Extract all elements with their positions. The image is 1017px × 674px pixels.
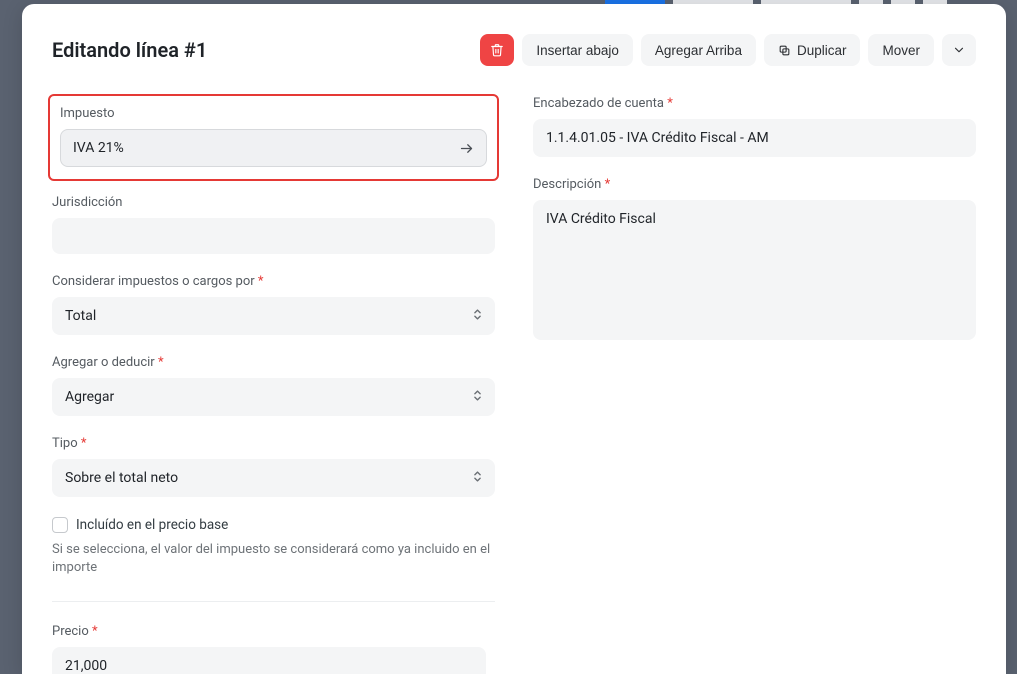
descripcion-label-text: Descripción [533, 177, 601, 192]
duplicate-label: Duplicar [797, 43, 847, 58]
considerar-label-text: Considerar impuestos o cargos por [52, 274, 255, 289]
impuesto-label: Impuesto [60, 106, 487, 121]
required-asterisk: * [158, 355, 164, 370]
trash-icon [490, 43, 504, 57]
header-actions: Insertar abajo Agregar Arriba Duplicar M… [480, 34, 976, 66]
required-asterisk: * [92, 624, 98, 639]
incluido-label: Incluído en el precio base [76, 517, 228, 533]
agregar-select-wrap: Agregar [52, 378, 495, 416]
encabezado-input[interactable] [533, 119, 976, 157]
considerar-group: Considerar impuestos o cargos por * Tota… [52, 274, 495, 335]
agregar-label-text: Agregar o deducir [52, 355, 155, 370]
encabezado-label: Encabezado de cuenta * [533, 96, 976, 111]
more-actions-button[interactable] [942, 34, 976, 66]
arrow-right-icon [459, 141, 474, 156]
considerar-select[interactable]: Total [52, 297, 495, 335]
right-column: Encabezado de cuenta * Descripción * [533, 94, 976, 674]
delete-button[interactable] [480, 34, 514, 66]
precio-group: Precio * [52, 624, 495, 674]
considerar-select-wrap: Total [52, 297, 495, 335]
add-above-button[interactable]: Agregar Arriba [641, 34, 756, 66]
descripcion-group: Descripción * [533, 177, 976, 344]
tipo-group: Tipo * Sobre el total neto [52, 436, 495, 497]
tipo-value: Sobre el total neto [65, 470, 178, 486]
required-asterisk: * [667, 96, 673, 111]
considerar-label: Considerar impuestos o cargos por * [52, 274, 495, 289]
precio-input[interactable] [52, 647, 486, 674]
left-column: Impuesto IVA 21% Jurisdicción Considerar… [52, 94, 495, 674]
modal-title: Editando línea #1 [52, 38, 207, 62]
tipo-label: Tipo * [52, 436, 495, 451]
impuesto-group-highlight: Impuesto IVA 21% [48, 94, 499, 181]
insert-below-button[interactable]: Insertar abajo [522, 34, 633, 66]
jurisdiccion-label: Jurisdicción [52, 195, 495, 210]
duplicate-button[interactable]: Duplicar [764, 34, 861, 66]
descripcion-label: Descripción * [533, 177, 976, 192]
incluido-help-text: Si se selecciona, el valor del impuesto … [52, 541, 495, 577]
agregar-label: Agregar o deducir * [52, 355, 495, 370]
impuesto-value: IVA 21% [73, 140, 124, 156]
incluido-checkbox[interactable] [52, 517, 68, 533]
tipo-select[interactable]: Sobre el total neto [52, 459, 495, 497]
tipo-label-text: Tipo [52, 436, 78, 451]
encabezado-label-text: Encabezado de cuenta [533, 96, 664, 111]
tipo-select-wrap: Sobre el total neto [52, 459, 495, 497]
precio-label: Precio * [52, 624, 495, 639]
encabezado-group: Encabezado de cuenta * [533, 96, 976, 157]
chevron-down-icon [952, 43, 966, 57]
considerar-value: Total [65, 308, 96, 324]
required-asterisk: * [81, 436, 87, 451]
jurisdiccion-group: Jurisdicción [52, 195, 495, 254]
required-asterisk: * [258, 274, 264, 289]
incluido-checkbox-row: Incluído en el precio base [52, 517, 495, 533]
move-button[interactable]: Mover [868, 34, 934, 66]
precio-label-text: Precio [52, 624, 89, 639]
modal-header: Editando línea #1 Insertar abajo Agregar… [52, 34, 976, 66]
form-columns: Impuesto IVA 21% Jurisdicción Considerar… [52, 94, 976, 674]
impuesto-lookup[interactable]: IVA 21% [60, 129, 487, 167]
copy-icon [778, 44, 791, 57]
descripcion-textarea[interactable] [533, 200, 976, 340]
jurisdiccion-input[interactable] [52, 218, 495, 254]
section-divider [52, 601, 495, 602]
edit-line-modal: Editando línea #1 Insertar abajo Agregar… [22, 4, 1006, 674]
agregar-select[interactable]: Agregar [52, 378, 495, 416]
incluido-group: Incluído en el precio base Si se selecci… [52, 517, 495, 577]
agregar-group: Agregar o deducir * Agregar [52, 355, 495, 416]
required-asterisk: * [605, 177, 611, 192]
agregar-value: Agregar [65, 389, 114, 405]
